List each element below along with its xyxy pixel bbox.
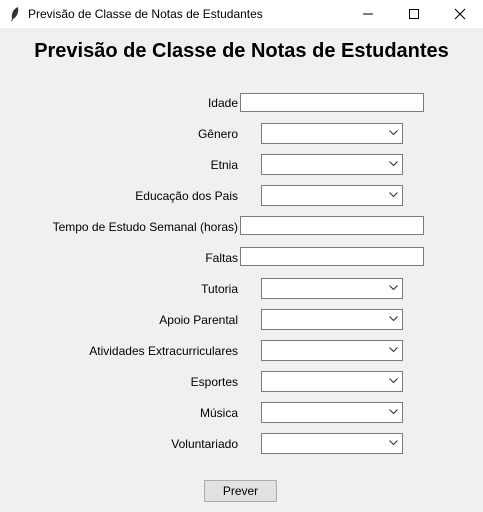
chevron-down-icon <box>389 347 398 353</box>
chevron-down-icon <box>389 316 398 322</box>
etnia-select[interactable] <box>261 154 403 175</box>
chevron-down-icon <box>389 192 398 198</box>
educacao-pais-label: Educação dos Pais <box>135 189 238 203</box>
maximize-icon <box>409 9 419 19</box>
chevron-down-icon <box>389 440 398 446</box>
faltas-input[interactable] <box>240 247 424 266</box>
chevron-down-icon <box>389 130 398 136</box>
faltas-label: Faltas <box>205 251 238 265</box>
etnia-label: Etnia <box>210 158 238 172</box>
genero-select[interactable] <box>261 123 403 144</box>
feather-icon <box>11 7 19 21</box>
close-icon <box>454 8 466 20</box>
minimize-icon <box>363 13 373 15</box>
apoio-parental-label: Apoio Parental <box>159 313 238 327</box>
chevron-down-icon <box>389 378 398 384</box>
tutoria-label: Tutoria <box>201 282 238 296</box>
maximize-button[interactable] <box>391 0 437 28</box>
idade-label: Idade <box>207 96 238 110</box>
tutoria-select[interactable] <box>261 278 403 299</box>
tempo-estudo-input[interactable] <box>240 216 424 235</box>
voluntariado-select[interactable] <box>261 433 403 454</box>
esportes-label: Esportes <box>190 375 238 389</box>
voluntariado-label: Voluntariado <box>171 437 238 451</box>
musica-select[interactable] <box>261 402 403 423</box>
musica-label: Música <box>199 406 238 420</box>
chevron-down-icon <box>389 285 398 291</box>
atividades-label: Atividades Extracurriculares <box>89 344 238 358</box>
window-titlebar[interactable]: Previsão de Classe de Notas de Estudante… <box>0 0 483 28</box>
chevron-down-icon <box>389 409 398 415</box>
chevron-down-icon <box>389 161 398 167</box>
educacao-pais-select[interactable] <box>261 185 403 206</box>
page-title: Previsão de Classe de Notas de Estudante… <box>34 40 449 62</box>
tempo-estudo-label: Tempo de Estudo Semanal (horas) <box>52 220 238 234</box>
window-title: Previsão de Classe de Notas de Estudante… <box>28 7 263 21</box>
atividades-select[interactable] <box>261 340 403 361</box>
minimize-button[interactable] <box>345 0 391 28</box>
apoio-parental-select[interactable] <box>261 309 403 330</box>
idade-input[interactable] <box>240 93 424 112</box>
predict-button[interactable]: Prever <box>204 480 277 502</box>
esportes-select[interactable] <box>261 371 403 392</box>
genero-label: Gênero <box>197 127 238 141</box>
close-button[interactable] <box>437 0 483 28</box>
